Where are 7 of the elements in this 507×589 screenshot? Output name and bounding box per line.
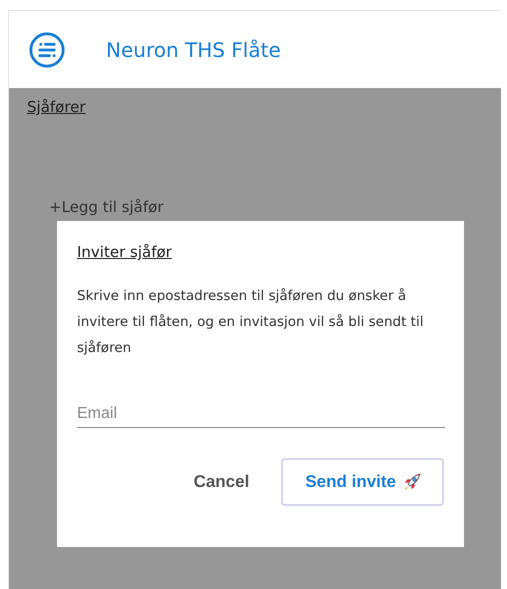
- page-heading-link[interactable]: Sjåfører: [27, 98, 483, 116]
- menu-icon[interactable]: [28, 30, 66, 68]
- dialog-title: Inviter sjåfør: [77, 243, 173, 261]
- send-invite-button[interactable]: Send invite: [281, 458, 444, 506]
- dialog-description: Skrive inn epostadressen til sjåføren du ønsker å invitere til flåten, og en invitasjon vil så bli sendt til sjåføren: [77, 287, 424, 358]
- app-title: Neuron THS Flåte: [106, 38, 281, 62]
- add-driver-link[interactable]: +Legg til sjåfør: [49, 198, 164, 216]
